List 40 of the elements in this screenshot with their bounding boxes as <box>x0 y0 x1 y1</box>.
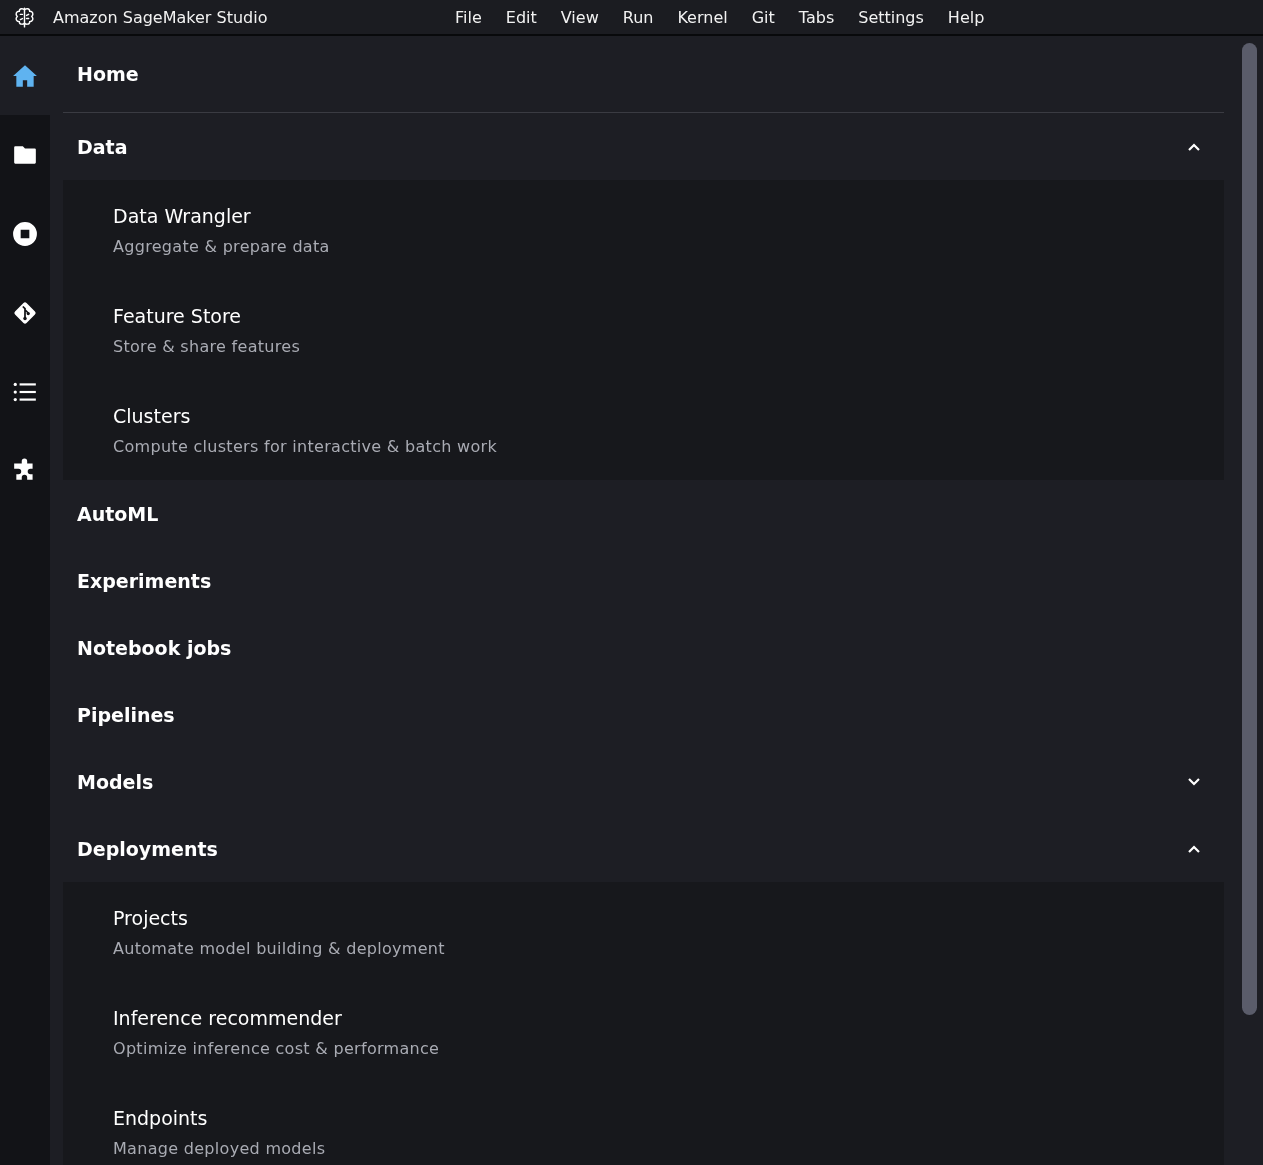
menu-item[interactable]: Tabs <box>788 3 845 31</box>
menu-item[interactable]: Help <box>937 3 995 31</box>
nav-item-link[interactable]: Clusters <box>113 404 191 427</box>
nav-section-header[interactable]: Data <box>63 113 1224 180</box>
section-title: Experiments <box>77 569 212 592</box>
menu-item[interactable]: Settings <box>848 3 934 31</box>
section-title: Models <box>77 770 154 793</box>
nav-section-header[interactable]: Models <box>63 748 1224 815</box>
nav-section-header[interactable]: AutoML <box>63 480 1224 547</box>
scrollbar-thumb[interactable] <box>1242 43 1257 1015</box>
menu-item[interactable]: Kernel <box>667 3 738 31</box>
section-title: Notebook jobs <box>77 636 232 659</box>
section-title: Data <box>77 135 128 158</box>
section-title: AutoML <box>77 502 159 525</box>
menu-item[interactable]: View <box>550 3 609 31</box>
nav-item-link[interactable]: Data Wrangler <box>113 204 251 227</box>
nav-section-header[interactable]: Notebook jobs <box>63 614 1224 681</box>
nav-section-header[interactable]: Deployments <box>63 815 1224 882</box>
menu-item[interactable]: Edit <box>495 3 547 31</box>
nav-item-description: Aggregate & prepare data <box>113 236 330 256</box>
nav-item-description: Compute clusters for interactive & batch work <box>113 436 497 456</box>
nav-item-link[interactable]: Projects <box>113 906 188 929</box>
menu-item[interactable]: Git <box>741 3 785 31</box>
menu-item[interactable]: File <box>445 3 492 31</box>
nav-item-description: Store & share features <box>113 336 301 356</box>
section-title: Deployments <box>77 837 218 860</box>
section-title: Pipelines <box>77 703 175 726</box>
home-tab[interactable] <box>0 36 50 115</box>
nav-section-header[interactable]: Home <box>63 36 1224 113</box>
nav-item-description: Optimize inference cost & performance <box>113 1038 440 1058</box>
nav-section-header[interactable]: Experiments <box>63 547 1224 614</box>
nav-item-description: Automate model building & deployment <box>113 938 445 958</box>
nav-item-link[interactable]: Inference recommender <box>113 1006 342 1029</box>
nav-item-link[interactable]: Feature Store <box>113 304 242 327</box>
nav-item-link[interactable]: Endpoints <box>113 1106 208 1129</box>
nav-section-header[interactable]: Pipelines <box>63 681 1224 748</box>
section-title: Home <box>77 63 139 85</box>
app-title: Amazon SageMaker Studio <box>53 7 268 27</box>
menu-item[interactable]: Run <box>612 3 664 31</box>
nav-item-description: Manage deployed models <box>113 1138 326 1158</box>
